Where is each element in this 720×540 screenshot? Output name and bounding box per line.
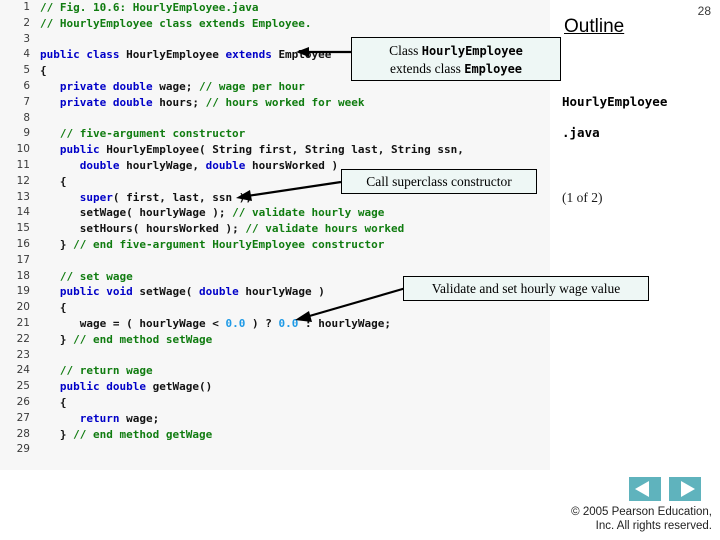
line-number: 4 (23, 48, 30, 61)
code-text: // return wage (59, 364, 153, 378)
line-number: 15 (16, 222, 30, 235)
code-text: } // end five-argument HourlyEmployee co… (59, 237, 385, 251)
code-line: 8 (0, 111, 550, 127)
callout-class-line2: extends class Employee (389, 61, 523, 76)
line-number: 13 (16, 190, 30, 203)
triangle-left-icon (635, 481, 649, 497)
copyright-notice: © 2005 Pearson Education, Inc. All right… (412, 505, 712, 533)
code-line: 7 private double hours; // hours worked … (0, 95, 550, 111)
callout-class-line1: Class HourlyEmployee (389, 43, 523, 58)
code-line: 26 { (0, 395, 550, 411)
line-number: 6 (23, 79, 30, 92)
next-slide-button[interactable] (669, 477, 701, 501)
code-line: 27 return wage; (0, 411, 550, 427)
code-line: 15 setHours( hoursWorked ); // validate … (0, 221, 550, 237)
code-line: 28 } // end method getWage (0, 427, 550, 443)
code-text: { (59, 301, 67, 315)
line-number: 1 (23, 1, 30, 13)
code-line: 1 // Fig. 10.6: HourlyEmployee.java (0, 0, 550, 16)
line-number: 22 (16, 332, 30, 345)
code-text: // Fig. 10.6: HourlyEmployee.java (40, 1, 259, 14)
code-line: 17 (0, 253, 550, 269)
code-text: private double wage; // wage per hour (59, 79, 305, 93)
line-number: 28 (16, 427, 30, 440)
code-text: public class HourlyEmployee extends Empl… (40, 48, 332, 62)
code-line: 24 // return wage (0, 363, 550, 379)
outline-filename-base: HourlyEmployee (562, 94, 668, 109)
line-number: 16 (16, 237, 30, 250)
line-number: 9 (23, 127, 30, 140)
line-number: 10 (16, 143, 30, 156)
line-number: 21 (16, 316, 30, 329)
line-number: 8 (23, 111, 30, 124)
code-text: // five-argument constructor (59, 127, 246, 141)
line-number: 18 (16, 269, 30, 282)
code-line: 22 } // end method setWage (0, 332, 550, 348)
page-number: 28 (697, 4, 711, 18)
callout-class-extends: Class HourlyEmployee extends class Emplo… (351, 37, 561, 81)
line-number: 25 (16, 380, 30, 393)
code-text: private double hours; // hours worked fo… (59, 95, 365, 109)
line-number: 14 (16, 206, 30, 219)
code-text: } // end method setWage (59, 332, 213, 346)
code-text: public void setWage( double hourlyWage ) (59, 285, 325, 299)
line-number: 24 (16, 364, 30, 377)
outline-heading: Outline (564, 16, 625, 37)
code-line: 21 wage = ( hourlyWage < 0.0 ) ? 0.0 : h… (0, 316, 550, 332)
copyright-line-1: © 2005 Pearson Education, (571, 506, 712, 518)
line-number: 23 (16, 348, 30, 361)
code-line: 25 public double getWage() (0, 379, 550, 395)
line-number: 2 (23, 16, 30, 29)
code-line: 14 setWage( hourlyWage ); // validate ho… (0, 205, 550, 221)
code-text: double hourlyWage, double hoursWorked ) (79, 158, 339, 172)
code-line: 16 } // end five-argument HourlyEmployee… (0, 237, 550, 253)
code-line: 6 private double wage; // wage per hour (0, 79, 550, 95)
line-number: 3 (23, 32, 30, 45)
code-line: 10 public HourlyEmployee( String first, … (0, 142, 550, 158)
outline-progress: (1 of 2) (562, 190, 603, 205)
code-text: { (40, 64, 47, 78)
code-line: 23 (0, 348, 550, 364)
code-line: 20 { (0, 300, 550, 316)
code-line: 29 (0, 442, 550, 458)
line-number: 19 (16, 285, 30, 298)
line-number: 29 (16, 443, 30, 456)
code-text: { (59, 395, 67, 409)
line-number: 26 (16, 395, 30, 408)
previous-slide-button[interactable] (629, 477, 661, 501)
slide-navigation (629, 477, 701, 501)
outline-filename: HourlyEmployee .java (562, 86, 712, 148)
code-text: public HourlyEmployee( String first, Str… (59, 143, 464, 157)
outline-filename-ext: .java (562, 125, 600, 140)
code-text: wage = ( hourlyWage < 0.0 ) ? 0.0 : hour… (79, 316, 392, 330)
code-text: { (59, 174, 67, 188)
code-text: // HourlyEmployee class extends Employee… (40, 16, 312, 30)
code-text: super( first, last, ssn ); (79, 190, 252, 204)
code-text: // set wage (59, 269, 133, 283)
code-line: 9 // five-argument constructor (0, 126, 550, 142)
line-number: 27 (16, 411, 30, 424)
copyright-line-2: Inc. All rights reserved. (595, 520, 712, 532)
line-number: 12 (16, 174, 30, 187)
code-text: } // end method getWage (59, 427, 213, 441)
code-text: setWage( hourlyWage ); // validate hourl… (79, 206, 385, 220)
triangle-right-icon (681, 481, 695, 497)
code-text: public double getWage() (59, 380, 213, 394)
callout-validate-wage: Validate and set hourly wage value (403, 276, 649, 301)
line-number: 20 (16, 301, 30, 314)
line-number: 5 (23, 64, 30, 77)
line-number: 17 (16, 253, 30, 266)
callout-super-constructor: Call superclass constructor (341, 169, 537, 194)
code-text: setHours( hoursWorked ); // validate hou… (79, 222, 405, 236)
line-number: 11 (16, 158, 30, 171)
code-line: 2 // HourlyEmployee class extends Employe… (0, 16, 550, 32)
line-number: 7 (23, 95, 30, 108)
code-text: return wage; (79, 411, 160, 425)
